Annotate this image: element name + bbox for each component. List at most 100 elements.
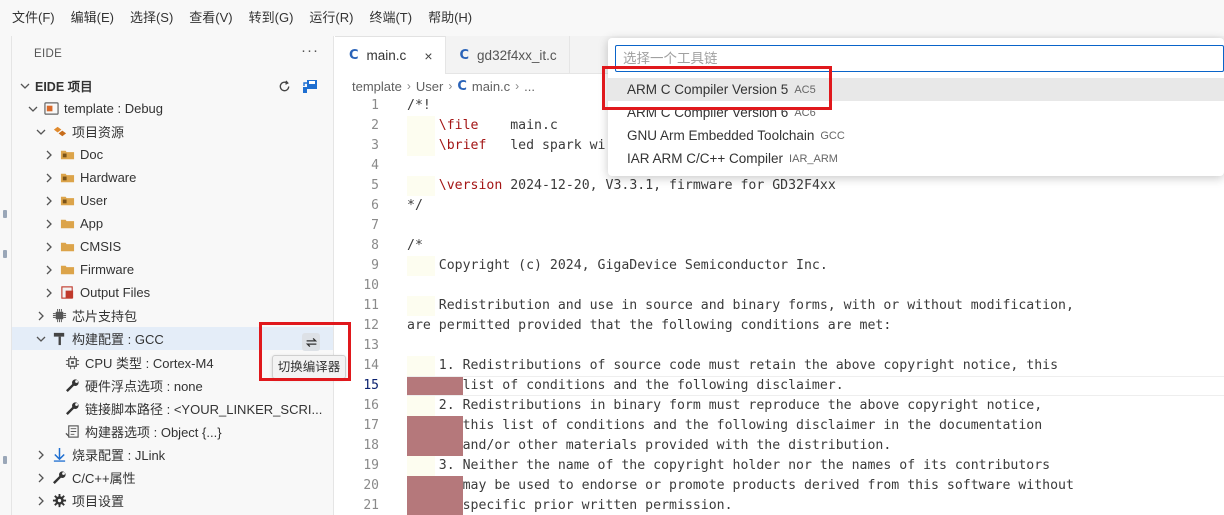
code-text: are permitted provided that the followin… — [407, 318, 892, 333]
breadcrumb-item[interactable]: template — [352, 79, 402, 94]
menu-run[interactable]: 运行(R) — [301, 0, 361, 36]
tree-item-label: Doc — [80, 147, 104, 162]
c-file-icon: C — [457, 78, 467, 94]
code-line: 19 3. Neither the name of the copyright … — [335, 456, 1224, 476]
option-label: ARM C Compiler Version 6 — [627, 105, 789, 120]
code-text: \brief led spark wi — [438, 138, 606, 153]
code-text: may be used to endorse or promote produc… — [407, 478, 1074, 493]
menu-goto[interactable]: 转到(G) — [241, 0, 302, 36]
menu-terminal[interactable]: 终端(T) — [361, 0, 420, 36]
code-text: and/or other materials provided with the… — [407, 438, 892, 453]
cpu-icon — [64, 355, 80, 371]
tab-gd32f4xx-it-c[interactable]: C gd32f4xx_it.c — [446, 36, 570, 74]
toolchain-option-iar[interactable]: IAR ARM C/C++ Compiler IAR_ARM — [608, 147, 1224, 170]
wrench-icon — [64, 401, 80, 417]
tree-item-label: 项目资源 — [72, 125, 125, 140]
code-text: 3. Neither the name of the copyright hol… — [407, 458, 1051, 473]
tree-item-label: 构建器选项 : Object {...} — [85, 425, 222, 440]
option-label: ARM C Compiler Version 5 — [627, 82, 789, 97]
tree-item-folder-user[interactable]: User — [12, 189, 333, 212]
folder-icon — [59, 262, 75, 278]
tree-item-folder-hardware[interactable]: Hardware — [12, 166, 333, 189]
chevron-right-icon — [42, 240, 56, 254]
menu-selection[interactable]: 选择(S) — [122, 0, 181, 36]
refresh-icon[interactable] — [275, 77, 293, 95]
folder-icon — [59, 193, 75, 209]
option-label: IAR ARM C/C++ Compiler — [627, 151, 784, 166]
chevron-down-icon — [34, 332, 48, 346]
chevron-right-icon — [34, 494, 48, 508]
tree-item-folder-app[interactable]: App — [12, 212, 333, 235]
sidebar-title: EIDE — [34, 48, 63, 60]
folder-icon — [59, 239, 75, 255]
tree-item-label: App — [80, 216, 104, 231]
toolchain-search-input[interactable] — [615, 45, 1224, 72]
folder-icon — [59, 170, 75, 186]
tree-item-output-files[interactable]: Output Files — [12, 281, 333, 304]
more-actions-icon[interactable]: ··· — [301, 42, 319, 59]
breadcrumb-item[interactable]: main.c — [472, 79, 510, 94]
code-text: Copyright (c) 2024, GigaDevice Semicondu… — [407, 258, 828, 273]
tree-item-chip-pack[interactable]: 芯片支持包 — [12, 304, 333, 327]
breadcrumb: template › User › C main.c › ... — [352, 76, 535, 96]
tree-item-folder-firmware[interactable]: Firmware — [12, 258, 333, 281]
code-line: 10 — [335, 276, 1224, 296]
wrench-icon — [64, 378, 80, 394]
menu-file[interactable]: 文件(F) — [4, 0, 63, 36]
code-text: 1. Redistributions of source code must r… — [407, 358, 1059, 373]
c-file-icon: C — [459, 47, 470, 63]
code-line: 14 1. Redistributions of source code mus… — [335, 356, 1224, 376]
code-line: 7 — [335, 216, 1224, 236]
option-description: IAR_ARM — [789, 152, 838, 165]
activity-bar — [0, 36, 12, 515]
tree-item-linker-script[interactable]: 链接脚本路径 : <YOUR_LINKER_SCRI... — [12, 397, 333, 420]
toolchain-option-ac5[interactable]: ARM C Compiler Version 5 AC5 — [608, 78, 1224, 101]
chevron-right-icon: › — [448, 79, 453, 93]
menu-bar: 文件(F) 编辑(E) 选择(S) 查看(V) 转到(G) 运行(R) 终端(T… — [0, 0, 1224, 36]
line-number: 9 — [371, 258, 379, 273]
tree-item-cpp-properties[interactable]: C/C++属性 — [12, 466, 333, 489]
tree-item-project-settings[interactable]: 项目设置 — [12, 489, 333, 512]
line-number: 17 — [363, 418, 379, 433]
wrench-icon — [51, 470, 67, 486]
tab-label: main.c — [366, 48, 407, 63]
tree-item-target[interactable]: template : Debug — [12, 97, 333, 120]
menu-edit[interactable]: 编辑(E) — [63, 0, 122, 36]
tree-item-label: C/C++属性 — [72, 471, 136, 486]
tree-item-build-config[interactable]: 构建配置 : GCC — [12, 327, 333, 350]
code-line: 15 list of conditions and the following … — [335, 376, 1224, 396]
code-text: \file main.c — [438, 118, 558, 133]
chevron-right-icon: › — [406, 79, 411, 93]
breadcrumb-item[interactable]: ... — [524, 79, 535, 94]
tree-item-resources[interactable]: 项目资源 — [12, 120, 333, 143]
tree-item-label: template : Debug — [64, 101, 164, 116]
toolchain-option-gcc[interactable]: GNU Arm Embedded Toolchain GCC — [608, 124, 1224, 147]
line-number: 14 — [363, 358, 379, 373]
tree-item-label: User — [80, 193, 108, 208]
code-line: 11 Redistribution and use in source and … — [335, 296, 1224, 316]
switch-compiler-button[interactable] — [302, 333, 320, 351]
code-text: \version 2024-12-20, V3.3.1, firmware fo… — [438, 178, 836, 193]
tree-item-folder-cmsis[interactable]: CMSIS — [12, 235, 333, 258]
tree-item-label: 构建配置 : GCC — [72, 332, 164, 347]
close-icon[interactable]: × — [424, 48, 432, 64]
line-number: 20 — [363, 478, 379, 493]
tree-item-label: CMSIS — [80, 239, 122, 254]
menu-help[interactable]: 帮助(H) — [420, 0, 480, 36]
tree-item-flash-config[interactable]: 烧录配置 : JLink — [12, 443, 333, 466]
activity-indicator — [3, 456, 7, 464]
save-project-icon[interactable] — [301, 77, 319, 95]
chevron-down-icon — [18, 79, 32, 93]
line-number: 13 — [363, 338, 379, 353]
breadcrumb-item[interactable]: User — [416, 79, 443, 94]
tab-main-c[interactable]: C main.c × — [335, 36, 446, 74]
toolchain-option-ac6[interactable]: ARM C Compiler Version 6 AC6 — [608, 101, 1224, 124]
tree-item-builder-options[interactable]: 构建器选项 : Object {...} — [12, 420, 333, 443]
menu-view[interactable]: 查看(V) — [181, 0, 240, 36]
tree-item-label: Hardware — [80, 170, 137, 185]
folder-icon — [59, 147, 75, 163]
chevron-right-icon — [34, 471, 48, 485]
tree-item-folder-doc[interactable]: Doc — [12, 143, 333, 166]
chevron-right-icon — [34, 448, 48, 462]
download-arrow-icon — [51, 447, 67, 463]
